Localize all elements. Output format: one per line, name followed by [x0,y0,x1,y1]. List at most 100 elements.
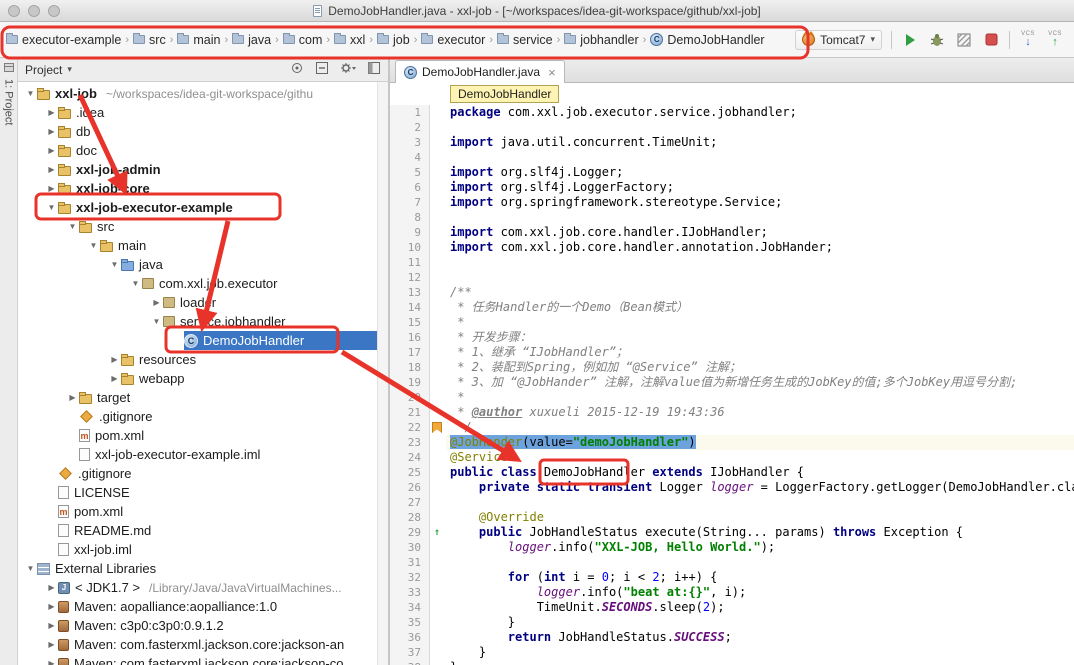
code-line[interactable]: 26 private static transient Logger logge… [390,480,1074,495]
code-line[interactable]: 24@Service [390,450,1074,465]
tree-row[interactable]: ▶loader [18,293,388,312]
tree-row[interactable]: CDemoJobHandler [18,331,388,350]
run-config-select[interactable]: Tomcat7 ▾ [795,30,882,50]
breadcrumb-item[interactable]: src [131,31,168,49]
tree-row[interactable]: ▼xxl-job-executor-example [18,198,388,217]
tab-demojobhandler[interactable]: C DemoJobHandler.java × [395,60,565,83]
chevron-expanded-icon[interactable]: ▼ [24,564,37,573]
code-line[interactable]: 13/** [390,285,1074,300]
tree-row[interactable]: ▼External Libraries [18,559,388,578]
chevron-expanded-icon[interactable]: ▼ [24,89,37,98]
code-line[interactable]: 36 return JobHandleStatus.SUCCESS; [390,630,1074,645]
code-line[interactable]: 25public class DemoJobHandler extends IJ… [390,465,1074,480]
code-line[interactable]: 28 @Override [390,510,1074,525]
tree-row[interactable]: xxl-job.iml [18,540,388,559]
breadcrumb-item[interactable]: xxl [332,31,367,49]
chevron-expanded-icon[interactable]: ▼ [45,203,58,212]
tree-row[interactable]: ▶xxl-job-admin [18,160,388,179]
chevron-collapsed-icon[interactable]: ▶ [150,298,163,307]
project-panel-title[interactable]: Project [25,63,62,77]
chevron-collapsed-icon[interactable]: ▶ [45,659,58,665]
tree-row[interactable]: ▼java [18,255,388,274]
chevron-expanded-icon[interactable]: ▼ [87,241,100,250]
hide-panel-icon[interactable] [367,61,381,78]
tree-row[interactable]: ▼xxl-job~/workspaces/idea-git-workspace/… [18,84,388,103]
code-line[interactable]: 12 [390,270,1074,285]
code-line[interactable]: 2 [390,120,1074,135]
breadcrumb-item[interactable]: main [175,31,222,49]
tree-row[interactable]: ▼com.xxl.job.executor [18,274,388,293]
tree-row[interactable]: ▶db [18,122,388,141]
tree-row[interactable]: mpom.xml [18,426,388,445]
code-line[interactable]: 5import org.slf4j.Logger; [390,165,1074,180]
locate-icon[interactable] [290,61,304,78]
settings-gear-icon[interactable] [340,61,356,78]
tree-row[interactable]: ▶.idea [18,103,388,122]
chevron-collapsed-icon[interactable]: ▶ [66,393,79,402]
vcs-commit-button[interactable]: VCS ↑ [1046,31,1064,49]
tree-row[interactable]: xxl-job-executor-example.iml [18,445,388,464]
code-line[interactable]: 9import com.xxl.job.core.handler.IJobHan… [390,225,1074,240]
chevron-down-icon[interactable]: ▾ [67,64,72,75]
code-line[interactable]: 19 * 3、加 “@JobHander” 注解，注解value值为新增任务生成… [390,375,1074,390]
tree-row[interactable]: ▶Maven: c3p0:c3p0:0.9.1.2 [18,616,388,635]
code-line[interactable]: 8 [390,210,1074,225]
collapse-all-icon[interactable] [315,61,329,78]
breadcrumb-item[interactable]: job [375,31,412,49]
code-line[interactable]: 37 } [390,645,1074,660]
tree-row[interactable]: ▶Maven: aopalliance:aopalliance:1.0 [18,597,388,616]
code-line[interactable]: 6import org.slf4j.LoggerFactory; [390,180,1074,195]
code-line[interactable]: 14 * 任务Handler的一个Demo（Bean模式） [390,300,1074,315]
code-editor[interactable]: 1package com.xxl.job.executor.service.jo… [390,105,1074,665]
chevron-expanded-icon[interactable]: ▼ [108,260,121,269]
close-tab-icon[interactable]: × [548,66,556,79]
maximize-window-icon[interactable] [48,5,60,17]
code-line[interactable]: 16 * 开发步骤： [390,330,1074,345]
chevron-collapsed-icon[interactable]: ▶ [45,165,58,174]
code-line[interactable]: 1package com.xxl.job.executor.service.jo… [390,105,1074,120]
code-line[interactable]: 32 for (int i = 0; i < 2; i++) { [390,570,1074,585]
code-line[interactable]: 10import com.xxl.job.core.handler.annota… [390,240,1074,255]
debug-button[interactable] [928,31,946,49]
stop-button[interactable] [982,31,1000,49]
tree-row[interactable]: ▶J< JDK1.7 >/Library/Java/JavaVirtualMac… [18,578,388,597]
code-line[interactable]: 7import org.springframework.stereotype.S… [390,195,1074,210]
tree-row[interactable]: .gitignore [18,464,388,483]
tree-scrollbar[interactable] [377,82,388,665]
tree-row[interactable]: ▶xxl-job-core [18,179,388,198]
tree-row[interactable]: README.md [18,521,388,540]
chevron-expanded-icon[interactable]: ▼ [66,222,79,231]
tree-row[interactable]: ▶Maven: com.fasterxml.jackson.core:jacks… [18,635,388,654]
tree-row[interactable]: ▼main [18,236,388,255]
tree-row[interactable]: ▶doc [18,141,388,160]
chevron-collapsed-icon[interactable]: ▶ [108,355,121,364]
breadcrumb-item[interactable]: CDemoJobHandler [648,31,766,49]
breadcrumb-item[interactable]: service [495,31,555,49]
minimize-window-icon[interactable] [28,5,40,17]
breadcrumb-item[interactable]: java [230,31,273,49]
code-line[interactable]: 30 logger.info("XXL-JOB, Hello World."); [390,540,1074,555]
chevron-collapsed-icon[interactable]: ▶ [45,146,58,155]
code-line[interactable]: 22 */ [390,420,1074,435]
code-line[interactable]: 3import java.util.concurrent.TimeUnit; [390,135,1074,150]
chevron-collapsed-icon[interactable]: ▶ [45,602,58,611]
code-line[interactable]: 15 * [390,315,1074,330]
chevron-collapsed-icon[interactable]: ▶ [45,640,58,649]
tree-row[interactable]: ▶target [18,388,388,407]
run-button[interactable] [901,31,919,49]
code-line[interactable]: 23@JobHander(value="demoJobHandler") [390,435,1074,450]
code-line[interactable]: 31 [390,555,1074,570]
project-stripe-button[interactable]: 1: Project [3,79,15,125]
code-line[interactable]: 17 * 1、继承 “IJobHandler”； [390,345,1074,360]
chevron-collapsed-icon[interactable]: ▶ [45,621,58,630]
chevron-collapsed-icon[interactable]: ▶ [45,108,58,117]
tree-row[interactable]: ▼service.jobhandler [18,312,388,331]
close-window-icon[interactable] [8,5,20,17]
code-line[interactable]: 33 logger.info("beat at:{}", i); [390,585,1074,600]
chevron-expanded-icon[interactable]: ▼ [150,317,163,326]
code-line[interactable]: 21 * @author xuxueli 2015-12-19 19:43:36 [390,405,1074,420]
chevron-collapsed-icon[interactable]: ▶ [108,374,121,383]
tree-row[interactable]: ▶Maven: com.fasterxml.jackson.core:jacks… [18,654,388,665]
class-breadcrumb-tag[interactable]: DemoJobHandler [450,85,559,103]
tree-row[interactable]: ▶webapp [18,369,388,388]
